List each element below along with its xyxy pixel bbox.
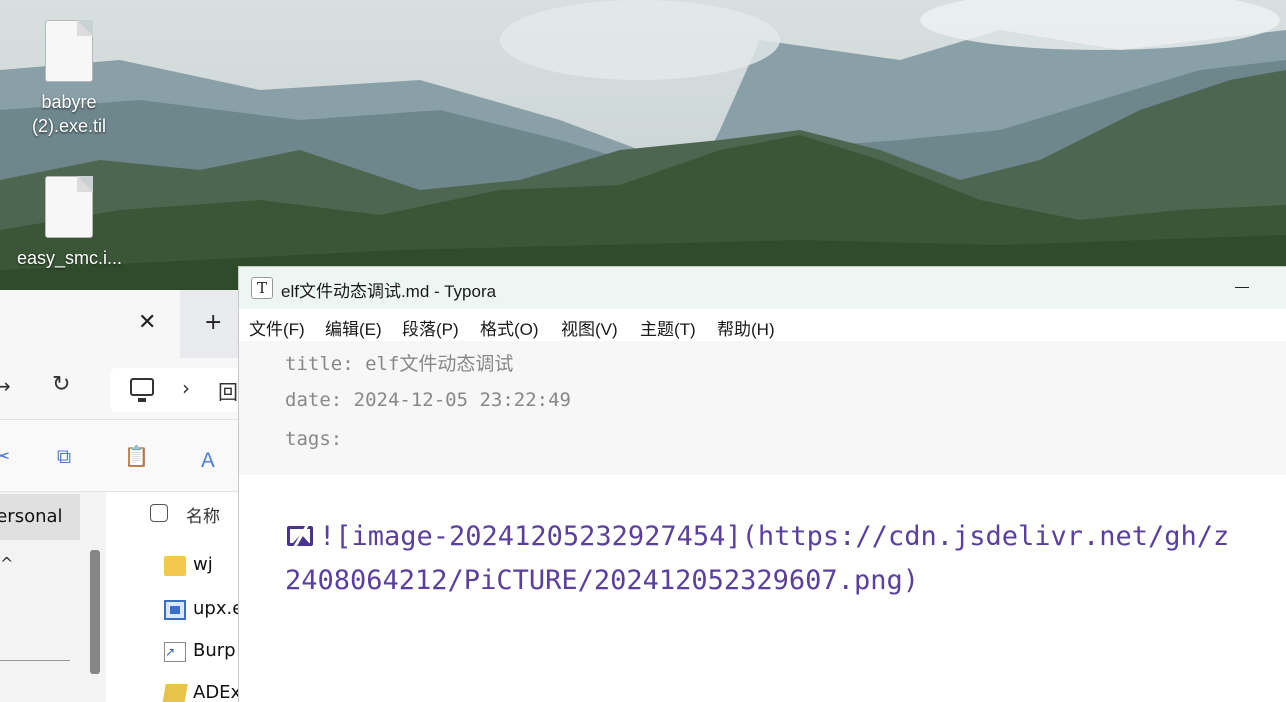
nav-item-personal[interactable]: Personal [0, 494, 80, 540]
column-name-header[interactable]: 名称 [186, 502, 220, 527]
select-all-checkbox[interactable] [150, 504, 168, 522]
menu-paragraph[interactable]: 段落(P) [402, 315, 459, 340]
file-icon [45, 20, 93, 82]
explorer-tab[interactable]: ✕ [0, 290, 180, 358]
file-icon [45, 176, 93, 238]
explorer-navigation-bar: → ↻ › 回 [0, 358, 260, 420]
close-icon[interactable]: ✕ [138, 310, 156, 335]
address-segment[interactable]: 回 [218, 376, 238, 405]
explorer-command-bar: ✂ ⧉ 📋 Ａ [0, 420, 260, 492]
desktop-icon-easy-smc[interactable]: easy_smc.i... [17, 176, 123, 270]
desktop-icon-label-2: (2).exe.til [31, 116, 107, 136]
front-matter-tags: tags: [285, 428, 343, 450]
menu-help[interactable]: 帮助(H) [717, 315, 775, 340]
menu-file[interactable]: 文件(F) [249, 315, 305, 340]
window-title: elf文件动态调试.md - Typora [281, 282, 497, 301]
forward-arrow-icon[interactable]: → [0, 374, 11, 398]
menu-view[interactable]: 视图(V) [561, 315, 618, 340]
broken-image-icon [285, 522, 315, 551]
desktop-icon-label: babyre [41, 92, 97, 112]
title-bar[interactable]: T elf文件动态调试.md - Typora [239, 267, 1286, 309]
chevron-right-icon[interactable]: › [182, 376, 190, 400]
file-name: wj [193, 554, 213, 575]
desktop-icon-label: easy_smc.i... [17, 248, 123, 268]
image-markdown-line-2[interactable]: 2408064212/PiCTURE/202412052329607.png) [285, 565, 919, 596]
menu-edit[interactable]: 编辑(E) [325, 315, 382, 340]
typora-window: T elf文件动态调试.md - Typora 文件(F) 编辑(E) 段落(P… [238, 266, 1286, 702]
expand-icon[interactable]: ^ [0, 554, 13, 573]
minimize-button[interactable] [1231, 275, 1253, 297]
desktop-icon-babyre[interactable]: babyre (2).exe.til [17, 20, 121, 138]
explorer-tab-bar: ✕ + [0, 290, 260, 358]
paste-icon[interactable]: 📋 [124, 444, 149, 468]
refresh-icon[interactable]: ↻ [52, 372, 70, 397]
image-markdown-line-1[interactable]: ![image-20241205232927454](https://cdn.j… [285, 521, 1229, 552]
image-markdown-text: ![image-20241205232927454](https://cdn.j… [319, 521, 1230, 552]
explorer-body: Personal ^ 名称 wj upx.exe Burp [0, 492, 260, 702]
this-pc-icon [130, 378, 154, 402]
divider [0, 660, 70, 661]
copy-icon[interactable]: ⧉ [52, 444, 76, 468]
menu-bar: 文件(F) 编辑(E) 段落(P) 格式(O) 视图(V) 主题(T) 帮助(H… [239, 309, 1286, 341]
file-explorer-window: ✕ + → ↻ › 回 ✂ ⧉ 📋 Ａ Personal ^ 名称 [0, 290, 260, 702]
new-tab-button[interactable]: + [204, 310, 222, 335]
nav-item-label: Personal [0, 506, 63, 527]
navigation-pane: Personal ^ [0, 492, 106, 702]
file-name: Burp [193, 640, 236, 661]
folder-icon [162, 684, 188, 702]
menu-theme[interactable]: 主题(T) [640, 315, 696, 340]
front-matter-title: title: elf文件动态调试 [285, 353, 514, 375]
yaml-front-matter[interactable]: title: elf文件动态调试 date: 2024-12-05 23:22:… [239, 341, 1286, 475]
shortcut-icon [164, 642, 186, 662]
cut-icon[interactable]: ✂ [0, 444, 14, 468]
typora-app-icon[interactable]: T [251, 277, 273, 299]
folder-icon [164, 556, 186, 576]
editor-content[interactable]: ![image-20241205232927454](https://cdn.j… [239, 475, 1286, 702]
front-matter-date: date: 2024-12-05 23:22:49 [285, 389, 571, 411]
rename-icon[interactable]: Ａ [196, 444, 220, 472]
exe-icon [164, 600, 186, 620]
scrollbar[interactable] [90, 550, 100, 674]
menu-format[interactable]: 格式(O) [480, 315, 539, 340]
